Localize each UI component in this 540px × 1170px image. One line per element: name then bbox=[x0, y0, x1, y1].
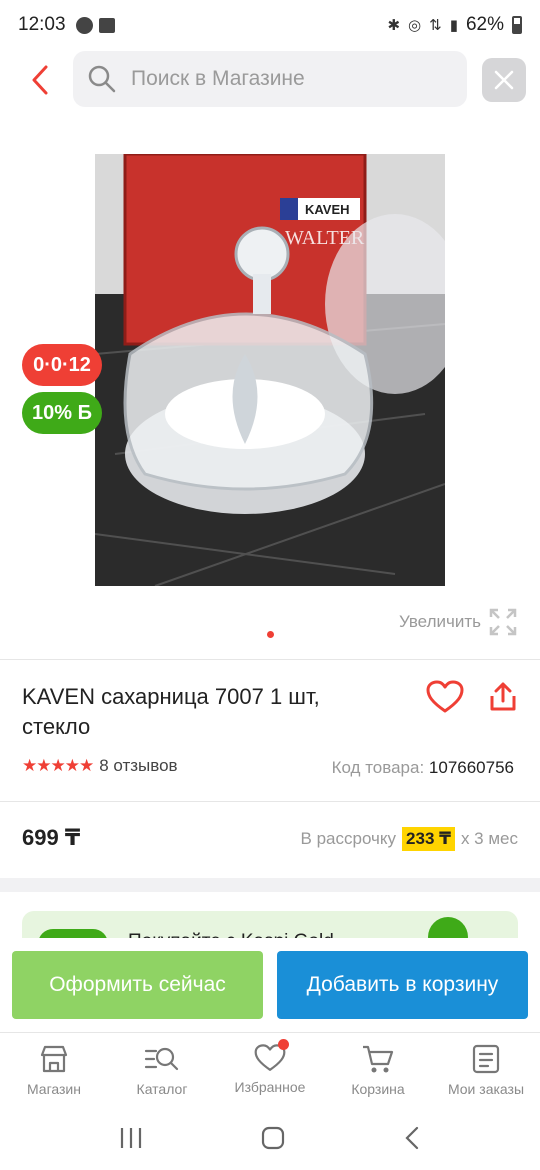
nav-label: Корзина bbox=[351, 1081, 405, 1097]
recent-apps-icon[interactable] bbox=[118, 1126, 144, 1150]
nav-item-favorites[interactable]: Избранное bbox=[216, 1033, 324, 1106]
zoom-button[interactable]: Увеличить bbox=[399, 608, 517, 636]
hotspot-icon: ◎ bbox=[408, 17, 422, 34]
installment-prefix: В рассрочку bbox=[300, 829, 397, 848]
section-separator bbox=[0, 878, 540, 892]
add-to-cart-button[interactable]: Добавить в корзину bbox=[277, 951, 528, 1019]
reviews-count: 8 отзывов bbox=[99, 756, 178, 775]
installment-suffix: х 3 мес bbox=[460, 829, 518, 848]
sku-value: 107660756 bbox=[428, 758, 514, 777]
box-brand-text: KAVEH bbox=[305, 202, 350, 217]
sku: Код товара: 107660756 bbox=[332, 758, 514, 778]
installment-info[interactable]: В рассрочку 233 ₸ х 3 мес bbox=[301, 827, 518, 851]
chevron-left-icon bbox=[32, 65, 48, 95]
nav-item-catalog[interactable]: Каталог bbox=[108, 1033, 216, 1106]
zoom-label: Увеличить bbox=[399, 612, 481, 631]
status-time: 12:03 bbox=[18, 14, 66, 35]
nav-label: Каталог bbox=[136, 1081, 188, 1097]
bonus-badge: 10% Б bbox=[22, 392, 102, 434]
search-icon bbox=[88, 65, 116, 93]
notification-dot bbox=[278, 1039, 289, 1050]
signal-icon: ▮ bbox=[449, 17, 458, 34]
gallery-notification-icon bbox=[98, 17, 115, 33]
clear-search-button[interactable] bbox=[482, 58, 526, 102]
nav-label: Магазин bbox=[26, 1081, 81, 1097]
installment-badge: 0·0·12 bbox=[22, 344, 102, 386]
heart-icon bbox=[426, 680, 464, 713]
divider bbox=[0, 801, 540, 802]
sku-label: Код товара: bbox=[331, 758, 425, 777]
nav-item-cart[interactable]: Корзина bbox=[324, 1033, 432, 1106]
battery-icon bbox=[512, 16, 522, 34]
search-header bbox=[0, 50, 540, 110]
product-title: KAVEN сахарница 7007 1 шт, стекло bbox=[22, 684, 320, 739]
orders-icon bbox=[472, 1044, 500, 1074]
rating[interactable]: ★★★★★ 8 отзывов bbox=[22, 756, 178, 776]
share-button[interactable] bbox=[482, 676, 524, 718]
catalog-search-icon bbox=[144, 1047, 179, 1071]
search-box[interactable] bbox=[73, 51, 467, 107]
divider bbox=[0, 659, 540, 660]
search-input[interactable] bbox=[131, 67, 451, 91]
gallery-page-dot bbox=[267, 631, 274, 638]
expand-icon bbox=[489, 608, 517, 636]
product-image[interactable]: KAVEH WALTER bbox=[95, 154, 445, 586]
share-icon bbox=[490, 682, 516, 711]
nav-label: Мои заказы bbox=[447, 1081, 525, 1097]
installment-amount: 233 ₸ bbox=[402, 827, 455, 851]
sugar-bowl-photo: KAVEH WALTER bbox=[95, 154, 445, 586]
nav-item-orders[interactable]: Мои заказы bbox=[432, 1033, 540, 1106]
rating-stars: ★★★★★ bbox=[22, 756, 94, 775]
data-icon: ⇅ bbox=[429, 17, 442, 34]
favorite-button[interactable] bbox=[424, 676, 466, 718]
store-icon bbox=[40, 1045, 68, 1073]
back-nav-icon[interactable] bbox=[402, 1125, 422, 1151]
close-icon bbox=[494, 70, 514, 90]
battery-percent: 62% bbox=[465, 14, 504, 35]
home-icon[interactable] bbox=[260, 1125, 286, 1151]
nav-item-store[interactable]: Магазин bbox=[0, 1033, 108, 1106]
cart-icon bbox=[363, 1045, 394, 1073]
buy-now-button[interactable]: Оформить сейчас bbox=[12, 951, 263, 1019]
app-notification-icon bbox=[75, 16, 93, 34]
price: 699 ₸ bbox=[22, 825, 81, 850]
status-bar: 12:03 ✱ ◎ ⇅ ▮ 62% bbox=[0, 0, 540, 50]
bottom-nav: Магазин Каталог Избранное Корзина Мои за… bbox=[0, 1032, 540, 1106]
system-nav-bar bbox=[0, 1106, 540, 1170]
bluetooth-icon: ✱ bbox=[387, 17, 401, 34]
back-button[interactable] bbox=[20, 58, 60, 102]
action-bar: Оформить сейчас Добавить в корзину bbox=[0, 938, 540, 1032]
nav-label: Избранное bbox=[234, 1079, 306, 1095]
